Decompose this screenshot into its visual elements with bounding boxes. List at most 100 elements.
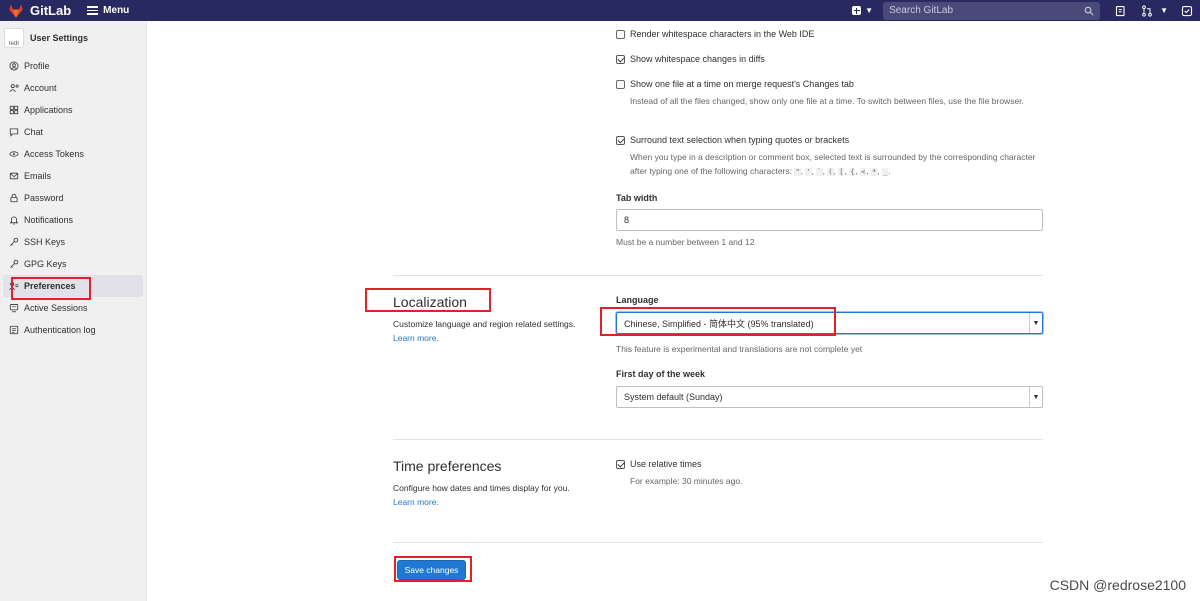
chevron-down-icon: ▼ <box>1029 387 1042 407</box>
monitor-icon <box>8 302 20 314</box>
tab-width-input[interactable]: 8 <box>616 209 1043 231</box>
section-divider <box>393 439 1043 440</box>
first-day-label: First day of the week <box>616 369 706 379</box>
relative-times-checkbox[interactable] <box>616 459 625 469</box>
search-placeholder: Search GitLab <box>889 5 954 16</box>
sidebar-item-label: Authentication log <box>24 325 96 335</box>
annotation-box-language <box>600 307 836 336</box>
surround-char: * <box>871 168 878 176</box>
relative-times-help: For example: 30 minutes ago. <box>630 476 743 486</box>
time-preferences-title: Time preferences <box>393 458 502 474</box>
sidebar-item-label: Emails <box>24 171 52 181</box>
render-whitespace-label: Render whitespace characters in the Web … <box>630 29 815 39</box>
list-icon <box>8 324 20 336</box>
sidebar-item-label: Password <box>24 193 64 203</box>
gitlab-logo-icon <box>9 3 23 18</box>
surround-char: " <box>794 168 801 176</box>
sidebar-item-label: SSH Keys <box>24 237 66 247</box>
account-icon <box>8 82 20 94</box>
sidebar-item-password[interactable]: Password <box>3 187 143 209</box>
section-divider <box>393 542 1043 543</box>
key-icon <box>8 236 20 248</box>
avatar[interactable]: redr <box>4 28 24 48</box>
search-input[interactable]: Search GitLab <box>883 1 1101 20</box>
sidebar-item-label: Account <box>24 83 57 93</box>
sidebar-item-active-sessions[interactable]: Active Sessions <box>3 297 143 319</box>
menu-button[interactable]: Menu <box>87 4 129 17</box>
todo-button[interactable] <box>1180 4 1194 18</box>
render-whitespace-checkbox[interactable] <box>616 29 625 39</box>
surround-label: Surround text selection when typing quot… <box>630 135 850 145</box>
token-icon <box>8 148 20 160</box>
relative-times-option[interactable]: Use relative times <box>616 459 702 469</box>
chevron-down-icon: ▼ <box>1029 313 1042 333</box>
one-file-label: Show one file at a time on merge request… <box>630 79 854 89</box>
sidebar-item-label: Access Tokens <box>24 149 84 159</box>
surround-option[interactable]: Surround text selection when typing quot… <box>616 135 849 145</box>
sidebar-item-chat[interactable]: Chat <box>3 121 143 143</box>
menu-label: Menu <box>103 5 130 16</box>
sidebar-item-profile[interactable]: Profile <box>3 55 143 77</box>
time-learn-more-link[interactable]: Learn more. <box>393 497 439 507</box>
first-day-selected-value: System default (Sunday) <box>624 392 723 402</box>
chevron-down-icon[interactable]: ▼ <box>1160 6 1168 15</box>
time-preferences-description: Configure how dates and times display fo… <box>393 481 570 509</box>
mail-icon <box>8 170 20 182</box>
sidebar-item-label: Applications <box>24 105 73 115</box>
sidebar-item-label: Notifications <box>24 215 74 225</box>
sidebar-item-authentication-log[interactable]: Authentication log <box>3 319 143 341</box>
sidebar-item-applications[interactable]: Applications <box>3 99 143 121</box>
chevron-down-icon: ▼ <box>865 6 874 15</box>
plus-icon <box>852 6 862 15</box>
surround-char: ( <box>827 168 834 176</box>
top-navbar: GitLab Menu ▼ Search GitLab ▼ <box>0 0 1200 21</box>
render-whitespace-option[interactable]: Render whitespace characters in the Web … <box>616 29 814 39</box>
watermark-text: CSDN @redrose2100 <box>1049 577 1186 593</box>
sidebar-item-ssh-keys[interactable]: SSH Keys <box>3 231 143 253</box>
tab-width-label: Tab width <box>616 193 658 203</box>
sidebar-item-notifications[interactable]: Notifications <box>3 209 143 231</box>
sidebar-title: User Settings <box>30 33 89 43</box>
search-icon <box>1084 6 1094 15</box>
app-name: GitLab <box>30 3 72 18</box>
chat-icon <box>8 126 20 138</box>
sidebar-item-emails[interactable]: Emails <box>3 165 143 187</box>
surround-checkbox[interactable] <box>616 135 625 145</box>
issues-icon <box>1116 5 1125 16</box>
surround-char: _ <box>882 168 889 176</box>
tab-width-note: Must be a number between 1 and 12 <box>616 237 755 247</box>
new-dropdown-button[interactable]: ▼ <box>852 6 873 15</box>
localization-description: Customize language and region related se… <box>393 317 575 345</box>
applications-icon <box>8 104 20 116</box>
hamburger-icon <box>87 4 99 17</box>
first-day-select[interactable]: System default (Sunday) ▼ <box>616 386 1043 408</box>
surround-char: [ <box>838 168 845 176</box>
one-file-checkbox[interactable] <box>616 79 625 89</box>
todo-icon <box>1181 5 1193 16</box>
issues-button[interactable] <box>1114 4 1128 18</box>
merge-requests-button[interactable] <box>1140 4 1154 18</box>
one-file-option[interactable]: Show one file at a time on merge request… <box>616 79 854 89</box>
sidebar-item-access-tokens[interactable]: Access Tokens <box>3 143 143 165</box>
settings-sidebar: redr User Settings Profile Account Appli… <box>0 21 147 601</box>
user-icon <box>8 60 20 72</box>
localization-desc-text: Customize language and region related se… <box>393 319 576 329</box>
sidebar-header: redr User Settings <box>0 21 146 55</box>
key-icon <box>8 258 20 270</box>
show-whitespace-checkbox[interactable] <box>616 54 625 64</box>
localization-learn-more-link[interactable]: Learn more. <box>393 333 439 343</box>
surround-char: < <box>860 168 867 176</box>
sidebar-item-account[interactable]: Account <box>3 77 143 99</box>
gitlab-logo[interactable]: GitLab <box>8 3 71 19</box>
language-label: Language <box>616 295 659 305</box>
sidebar-item-label: GPG Keys <box>24 259 67 269</box>
time-desc-text: Configure how dates and times display fo… <box>393 483 570 493</box>
sidebar-item-label: Active Sessions <box>24 303 88 313</box>
merge-request-icon <box>1142 4 1152 17</box>
show-whitespace-option[interactable]: Show whitespace changes in diffs <box>616 54 765 64</box>
surround-char: { <box>849 168 856 176</box>
lock-icon <box>8 192 20 204</box>
sidebar-item-gpg-keys[interactable]: GPG Keys <box>3 253 143 275</box>
annotation-box-save <box>394 556 472 582</box>
annotation-box-preferences <box>11 277 91 300</box>
